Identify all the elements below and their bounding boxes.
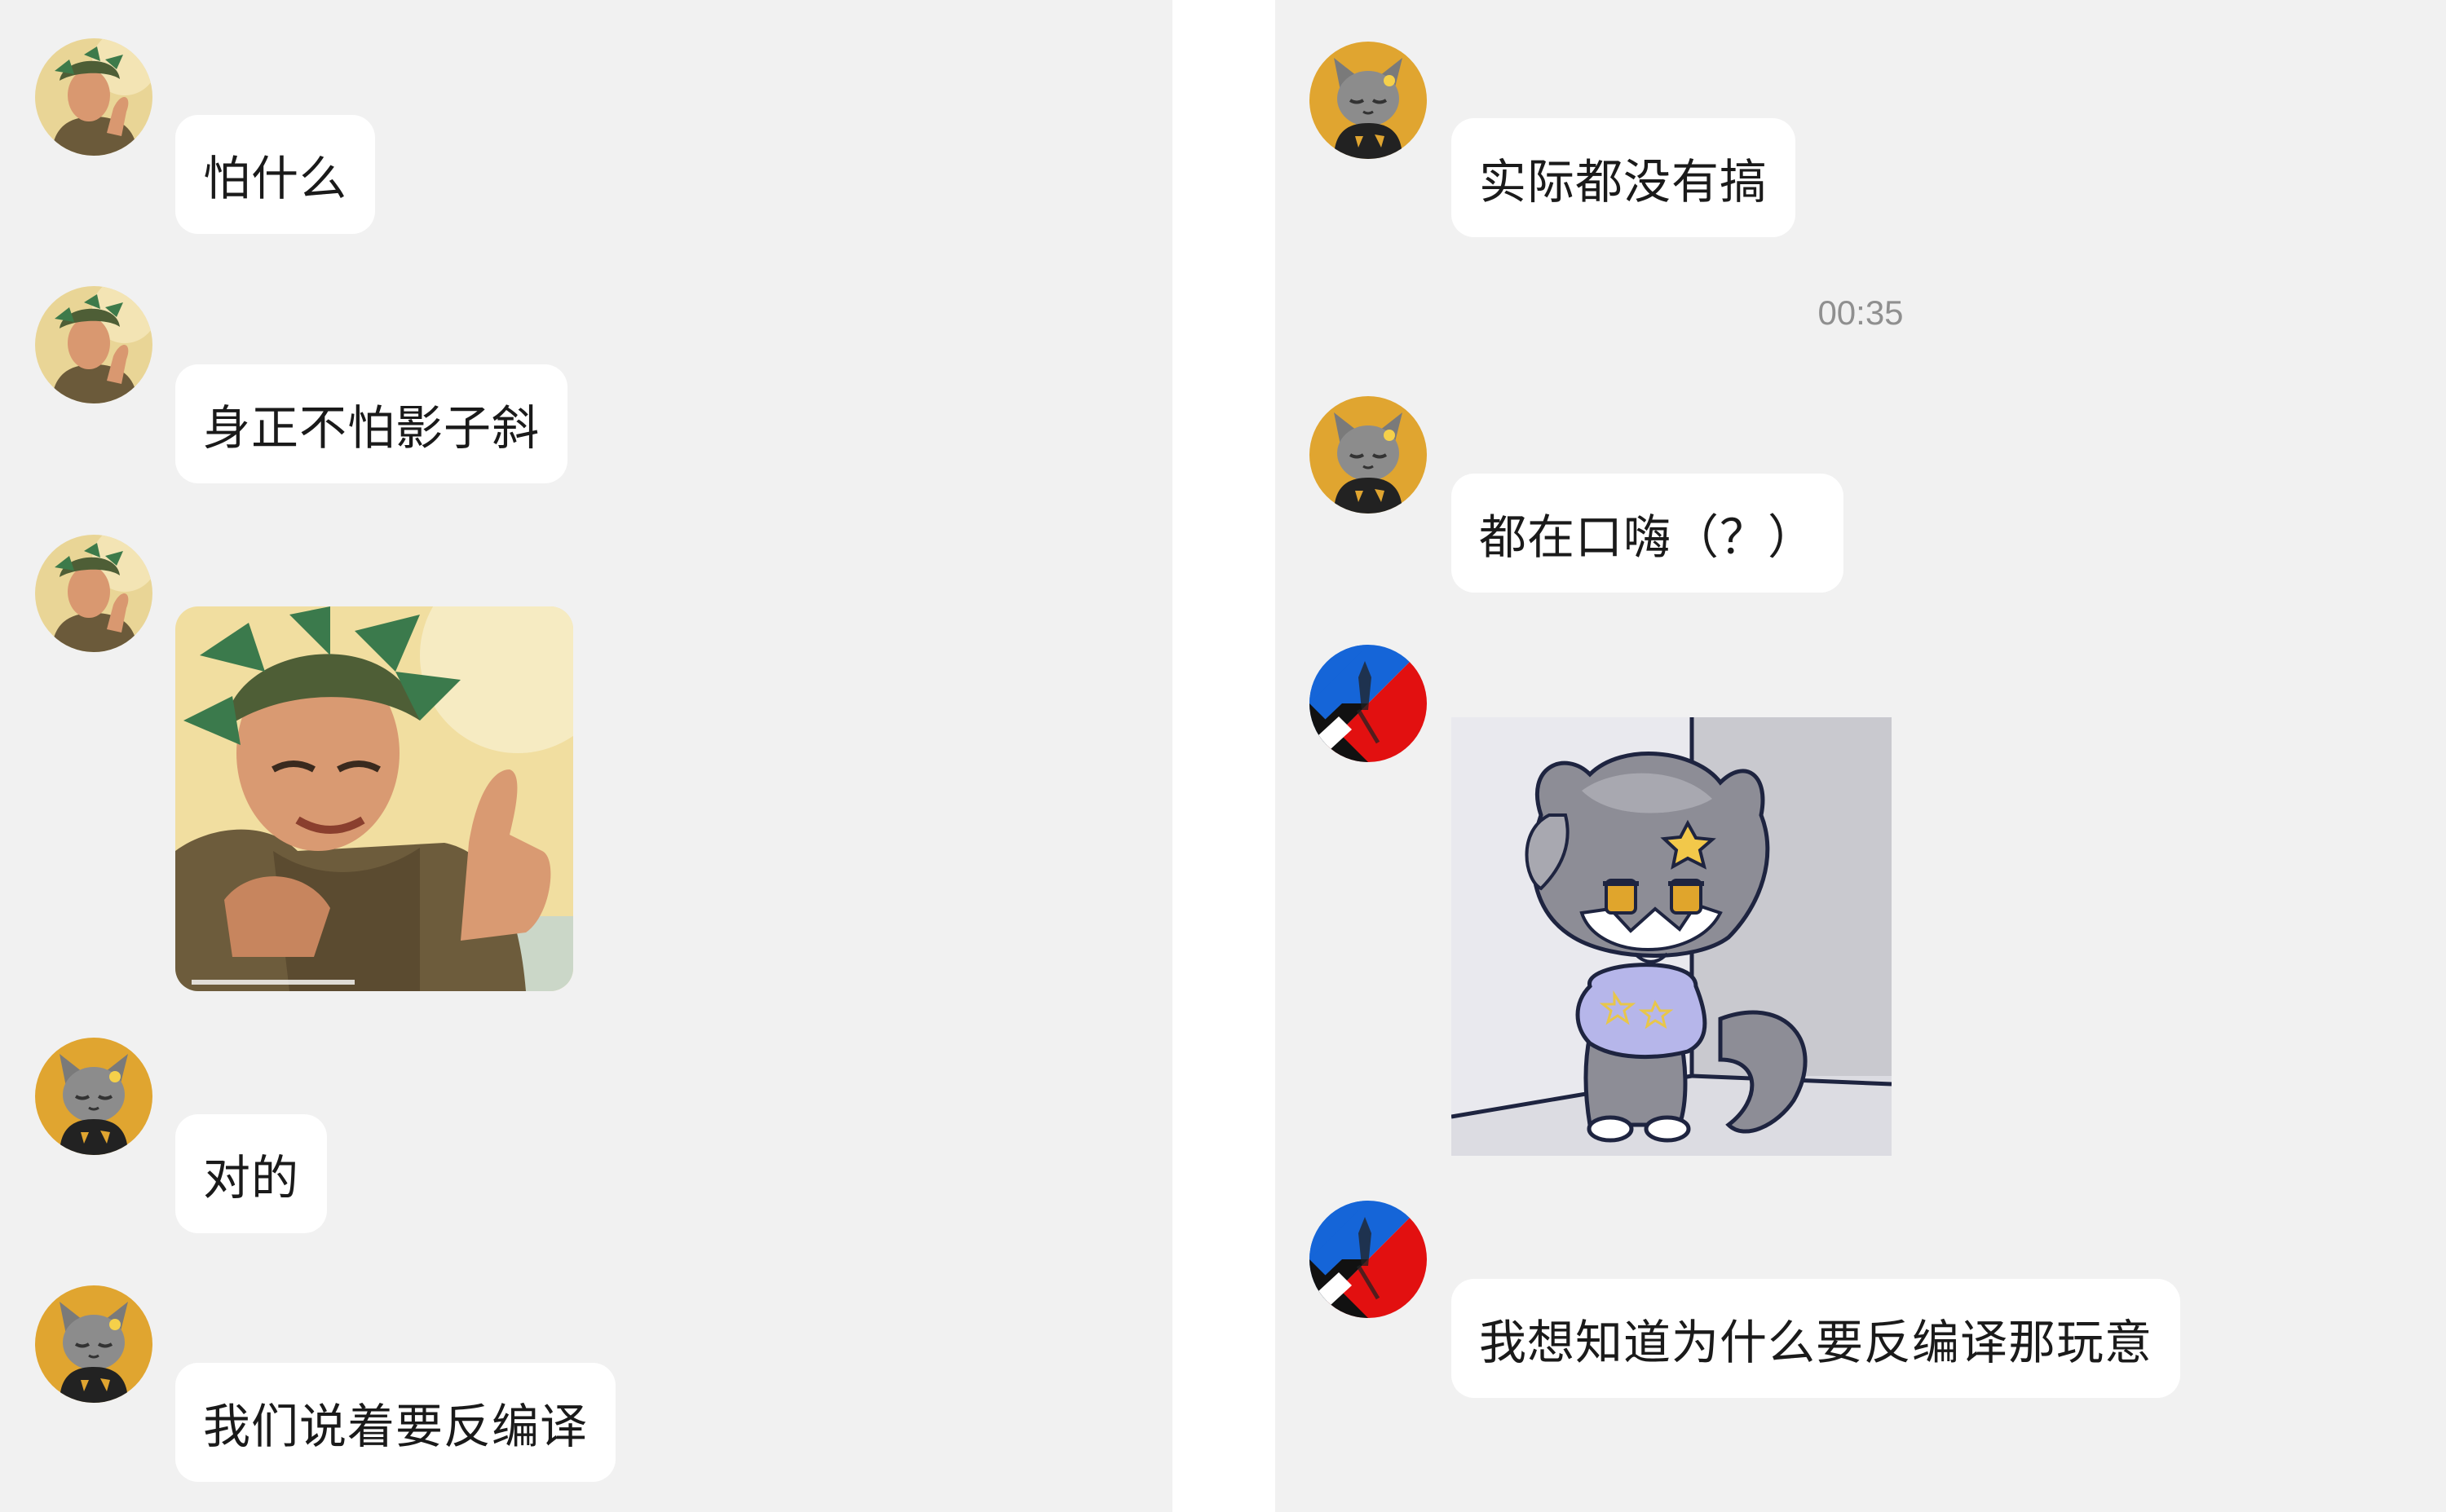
message-bubble[interactable]: 我想知道为什么要反编译那玩意 — [1451, 1279, 2181, 1398]
message-text: 怕什么 — [203, 151, 348, 206]
avatar-grey-cat[interactable] — [35, 1285, 152, 1403]
soldier-avatar-icon — [35, 38, 152, 156]
message-text: 我想知道为什么要反编译那玩意 — [1479, 1315, 2153, 1370]
message-timestamp: 00:35 — [1817, 293, 1904, 332]
soldier-avatar-icon — [35, 535, 152, 652]
avatar-soldier[interactable] — [35, 286, 152, 403]
message-bubble[interactable]: 我们说着要反编译 — [175, 1363, 616, 1482]
message-bubble[interactable]: 怕什么 — [175, 115, 376, 234]
message-bubble[interactable]: 身正不怕影子斜 — [175, 364, 568, 483]
grey-cat-avatar-icon — [35, 1285, 152, 1403]
avatar-soldier[interactable] — [35, 38, 152, 156]
chat-panel-right[interactable]: 实际都没有搞 00:35 都在口嗨（？） 我想知道为什么要反编译那玩意 — [1275, 0, 2446, 1512]
message-text: 身正不怕影子斜 — [203, 400, 541, 456]
sticker-message[interactable] — [1451, 717, 1892, 1156]
avatar-soldier[interactable] — [35, 535, 152, 652]
message-text: 实际都没有搞 — [1479, 154, 1768, 209]
message-bubble[interactable]: 对的 — [175, 1114, 328, 1233]
avatar-grey-cat[interactable] — [1309, 396, 1427, 514]
image-message[interactable] — [175, 606, 573, 991]
avatar-flag-user[interactable] — [1309, 1201, 1427, 1318]
chat-panel-left[interactable]: 怕什么 身正不怕影子斜 对的 我们说着要反编译 — [0, 0, 1172, 1512]
message-text: 都在口嗨（？） — [1479, 509, 1817, 565]
avatar-flag-user[interactable] — [1309, 645, 1427, 762]
flag-avatar-icon — [1309, 645, 1427, 762]
message-bubble[interactable]: 实际都没有搞 — [1451, 118, 1796, 237]
avatar-grey-cat[interactable] — [35, 1038, 152, 1155]
message-bubble[interactable]: 都在口嗨（？） — [1451, 474, 1844, 593]
soldier-avatar-icon — [35, 286, 152, 403]
flag-avatar-icon — [1309, 1201, 1427, 1318]
avatar-grey-cat[interactable] — [1309, 42, 1427, 159]
message-text: 对的 — [203, 1150, 300, 1206]
grey-cat-avatar-icon — [1309, 396, 1427, 514]
grey-cat-avatar-icon — [1309, 42, 1427, 159]
grey-cat-avatar-icon — [35, 1038, 152, 1155]
thumbs-up-soldier-meme-icon — [175, 606, 573, 991]
chibi-wolf-sticker-icon — [1451, 717, 1892, 1156]
message-text: 我们说着要反编译 — [203, 1399, 589, 1454]
